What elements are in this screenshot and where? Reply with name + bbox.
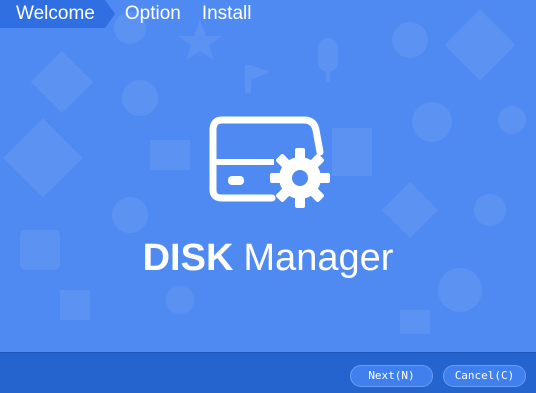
step-option[interactable]: Option — [125, 0, 181, 28]
disk-gear-logo-icon — [208, 112, 338, 212]
brand-light: Manager — [243, 237, 394, 279]
step-install[interactable]: Install — [202, 0, 252, 28]
product-title: DISK Manager — [0, 236, 536, 280]
wizard-steps: Welcome Option Install — [0, 0, 251, 28]
cancel-button[interactable]: Cancel(C) — [443, 365, 526, 387]
next-button[interactable]: Next(N) — [350, 365, 433, 387]
bottom-bar: Next(N) Cancel(C) — [0, 352, 536, 393]
step-welcome[interactable]: Welcome — [0, 0, 115, 28]
installer-window: Welcome Option Install DISK Manager Next… — [0, 0, 536, 393]
brand-bold: DISK — [142, 237, 234, 279]
